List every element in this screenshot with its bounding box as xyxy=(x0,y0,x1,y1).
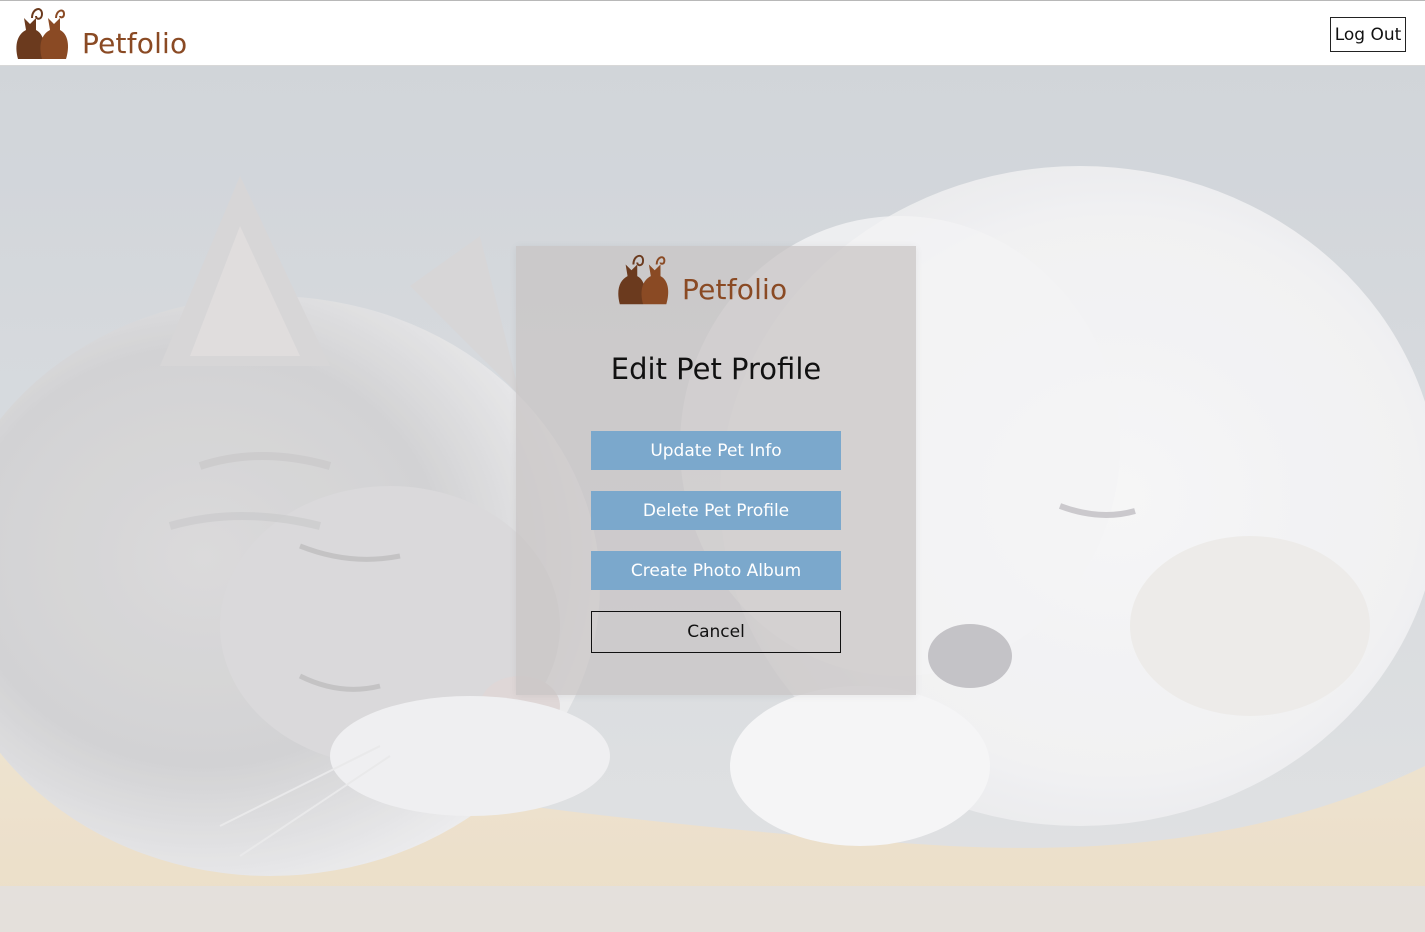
brand-name: Petfolio xyxy=(82,27,188,60)
logout-button[interactable]: Log Out xyxy=(1330,17,1406,52)
modal-brand: Petfolio xyxy=(614,250,787,308)
cats-silhouette-logo-icon xyxy=(16,8,68,59)
delete-pet-profile-button[interactable]: Delete Pet Profile xyxy=(591,491,841,530)
cancel-button[interactable]: Cancel xyxy=(591,611,841,653)
edit-pet-profile-modal: Petfolio Edit Pet Profile Update Pet Inf… xyxy=(516,246,916,695)
cats-silhouette-logo-icon xyxy=(618,254,669,305)
top-navbar: Petfolio Log Out xyxy=(0,0,1425,66)
create-photo-album-button[interactable]: Create Photo Album xyxy=(591,551,841,590)
page-title: Edit Pet Profile xyxy=(610,352,822,386)
update-pet-info-button[interactable]: Update Pet Info xyxy=(591,431,841,470)
brand-logo-link[interactable]: Petfolio xyxy=(12,4,187,62)
modal-brand-name: Petfolio xyxy=(682,273,788,306)
